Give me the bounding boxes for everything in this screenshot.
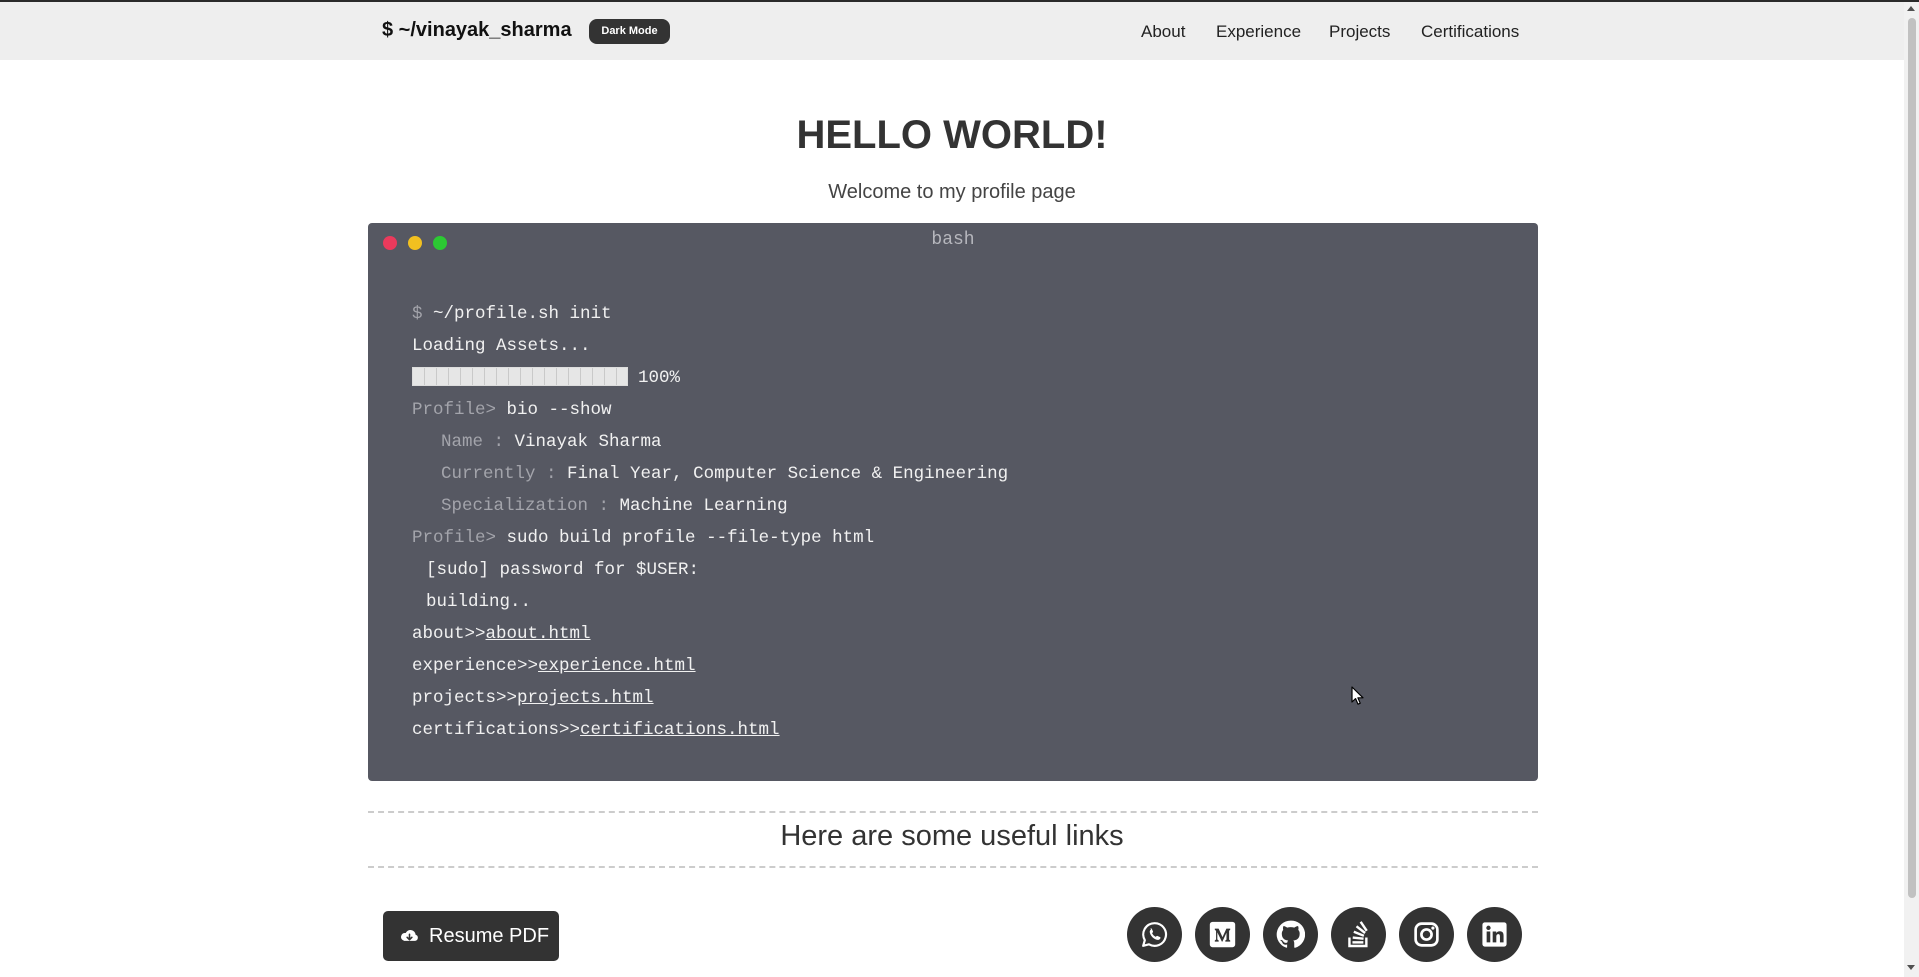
bio-currently-value: Final Year, Computer Science & Engineeri… bbox=[567, 464, 1009, 484]
terminal-line-build-command: Profile> sudo build profile --file-type … bbox=[412, 527, 874, 549]
output-experience-prefix: experience>> bbox=[412, 656, 539, 676]
bio-name-key: Name : bbox=[441, 432, 505, 452]
useful-links-heading: Here are some useful links bbox=[780, 820, 1124, 852]
whatsapp-icon bbox=[1142, 922, 1168, 947]
bio-specialization-value: Machine Learning bbox=[619, 496, 788, 516]
experience-link[interactable]: experience.html bbox=[538, 656, 696, 676]
resume-pdf-label: Resume PDF bbox=[429, 925, 550, 947]
bio-currently-key: Currently : bbox=[441, 464, 557, 484]
terminal-line-init: $ ~/profile.sh init bbox=[412, 303, 612, 325]
certifications-link[interactable]: certifications.html bbox=[580, 720, 780, 740]
instagram-button[interactable] bbox=[1399, 907, 1454, 962]
scroll-down-arrow-icon[interactable] bbox=[1907, 965, 1915, 970]
bio-name-line: Name : Vinayak Sharma bbox=[441, 431, 662, 453]
profile-prompt-2: Profile> bbox=[412, 528, 497, 548]
terminal-line-progress: 100% bbox=[412, 367, 680, 389]
mouse-cursor-icon bbox=[1351, 686, 1364, 705]
progress-bar bbox=[412, 367, 628, 386]
bio-currently-line: Currently : Final Year, Computer Science… bbox=[441, 463, 1008, 485]
terminal-line-loading: Loading Assets... bbox=[412, 336, 591, 356]
projects-link[interactable]: projects.html bbox=[517, 688, 654, 708]
terminal-line-bio-command: Profile> bio --show bbox=[412, 399, 612, 421]
scroll-up-arrow-icon[interactable] bbox=[1907, 6, 1915, 11]
output-about: about>>about.html bbox=[412, 623, 591, 645]
dark-mode-button[interactable]: Dark Mode bbox=[589, 19, 670, 44]
instagram-icon bbox=[1414, 922, 1439, 947]
page-scrollbar[interactable] bbox=[1904, 2, 1919, 977]
cloud-download-icon bbox=[400, 929, 418, 941]
nav-link-projects[interactable]: Projects bbox=[1329, 22, 1390, 42]
init-command: ~/profile.sh init bbox=[433, 304, 612, 324]
bio-command: bio --show bbox=[506, 400, 612, 420]
divider-top bbox=[368, 811, 1538, 813]
github-icon bbox=[1276, 920, 1305, 948]
terminal-title: bash bbox=[931, 230, 975, 250]
linkedin-icon bbox=[1482, 922, 1507, 947]
bio-name-value: Vinayak Sharma bbox=[514, 432, 662, 452]
github-button[interactable] bbox=[1263, 907, 1318, 962]
bio-specialization-line: Specialization : Machine Learning bbox=[441, 495, 788, 517]
resume-pdf-button[interactable]: Resume PDF bbox=[383, 911, 559, 961]
nav-link-about[interactable]: About bbox=[1141, 22, 1185, 42]
terminal-line-sudo: [sudo] password for $USER: bbox=[426, 560, 700, 580]
prompt-symbol: $ bbox=[412, 304, 423, 324]
page-title: HELLO WORLD! bbox=[796, 113, 1108, 157]
nav-link-experience[interactable]: Experience bbox=[1216, 22, 1301, 42]
output-projects-prefix: projects>> bbox=[412, 688, 518, 708]
medium-button[interactable] bbox=[1195, 907, 1250, 962]
whatsapp-button[interactable] bbox=[1127, 907, 1182, 962]
divider-bottom bbox=[368, 866, 1538, 868]
navbar: $ ~/vinayak_sharma Dark Mode About Exper… bbox=[0, 2, 1904, 60]
output-about-prefix: about>> bbox=[412, 624, 486, 644]
page-subtitle: Welcome to my profile page bbox=[828, 181, 1076, 203]
stackoverflow-icon bbox=[1348, 921, 1368, 948]
stackoverflow-button[interactable] bbox=[1331, 907, 1386, 962]
output-certifications-prefix: certifications>> bbox=[412, 720, 581, 740]
profile-prompt: Profile> bbox=[412, 400, 497, 420]
bio-specialization-key: Specialization : bbox=[441, 496, 610, 516]
output-projects: projects>>projects.html bbox=[412, 687, 654, 709]
scroll-thumb[interactable] bbox=[1908, 18, 1916, 898]
build-command: sudo build profile --file-type html bbox=[506, 528, 875, 548]
output-experience: experience>>experience.html bbox=[412, 655, 696, 677]
brand-logo[interactable]: $ ~/vinayak_sharma bbox=[382, 19, 572, 42]
terminal-line-building: building.. bbox=[426, 592, 532, 612]
medium-icon bbox=[1209, 921, 1236, 948]
progress-text: 100% bbox=[638, 368, 681, 388]
nav-link-certifications[interactable]: Certifications bbox=[1421, 22, 1519, 42]
linkedin-button[interactable] bbox=[1467, 907, 1522, 962]
about-link[interactable]: about.html bbox=[486, 624, 591, 644]
output-certifications: certifications>>certifications.html bbox=[412, 719, 780, 741]
